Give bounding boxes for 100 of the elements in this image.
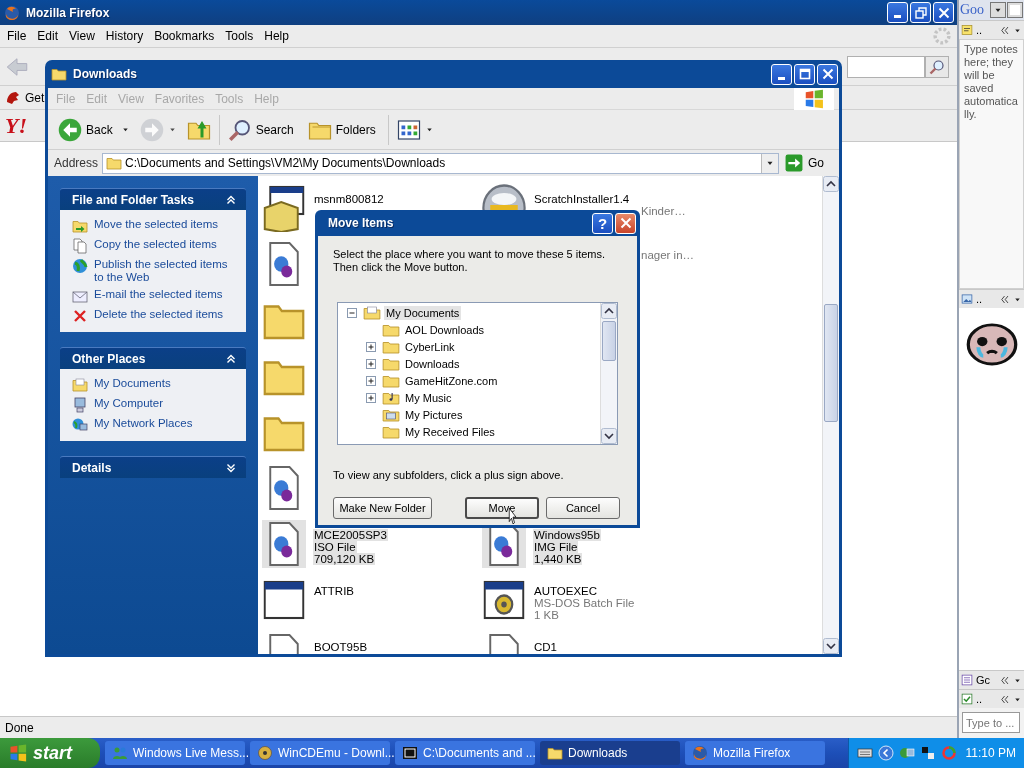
tree-item[interactable]: CyberLink (403, 339, 457, 354)
minimize-button[interactable] (1007, 2, 1023, 18)
disc-icon (257, 745, 273, 761)
window-title: Mozilla Firefox (26, 5, 110, 20)
file-name[interactable]: BOOT95B (313, 641, 369, 653)
maximize-button[interactable] (794, 63, 815, 85)
cartoon-face-drawing (965, 320, 1018, 366)
bookmark-link[interactable]: Get (5, 89, 45, 106)
logo: Goo (960, 2, 986, 18)
scroll-down-icon (823, 638, 839, 654)
gadget-title: .. (976, 693, 983, 705)
tree-item[interactable]: My Pictures (403, 407, 465, 422)
double-chevron-left-icon (999, 693, 1010, 705)
close-button[interactable] (817, 63, 838, 85)
file-info: 709,120 KB (313, 553, 376, 565)
folder-arrow-icon (72, 218, 88, 234)
computer-icon (72, 397, 88, 413)
task-link[interactable]: Copy the selected items (94, 238, 217, 251)
search-icon (227, 117, 252, 142)
address-text: C:\Documents and Settings\VM2\My Documents\Downloads (125, 156, 446, 170)
back-button[interactable]: Back (56, 113, 132, 146)
double-chevron-left-icon (999, 293, 1010, 305)
note-icon (961, 24, 973, 36)
file-name[interactable]: ScratchInstaller1.4 (533, 193, 631, 205)
tree-item[interactable]: My Received Files (403, 424, 497, 439)
task-link[interactable]: Delete the selected items (94, 308, 224, 321)
text-field[interactable]: Type to ... (962, 712, 1020, 733)
dropdown-button[interactable] (990, 2, 1006, 18)
restore-button[interactable] (910, 2, 931, 23)
close-button[interactable] (933, 2, 954, 23)
panel-header[interactable]: File and Folder Tasks (60, 188, 246, 210)
folders-button[interactable]: Folders (305, 113, 382, 146)
search-button[interactable]: Search (225, 113, 300, 146)
go-button[interactable]: Go (783, 154, 836, 172)
scroll-up-icon (601, 303, 617, 319)
picture-icon (961, 293, 973, 305)
address-field[interactable]: C:\Documents and Settings\VM2\My Documents\Downloads (102, 152, 779, 174)
tree-item[interactable]: GameHitZone.com (403, 373, 500, 388)
scroll-thumb[interactable] (824, 304, 838, 422)
scrollbar[interactable] (600, 303, 617, 444)
people-icon (112, 745, 128, 761)
menu-item[interactable]: History (105, 29, 144, 43)
window-title: Move Items (328, 216, 394, 230)
network-icon (72, 417, 88, 433)
logo: Y! (5, 112, 27, 139)
file-name[interactable]: AUTOEXEC (533, 585, 599, 597)
taskbar-button[interactable]: C:\Documents and ... (395, 741, 535, 765)
double-chevron-left-icon (999, 24, 1010, 36)
scrollbar[interactable] (822, 176, 839, 654)
network-icon (898, 745, 915, 761)
keyboard-icon (856, 745, 873, 761)
file-info: ISO File (313, 541, 357, 553)
search-field[interactable] (847, 55, 925, 78)
menu-item[interactable]: View (69, 29, 95, 43)
pages-icon (72, 238, 88, 254)
tree-item[interactable]: My Music (403, 390, 454, 405)
browser-logo-icon (692, 745, 708, 761)
gadget-title: Gc (976, 674, 991, 686)
taskbar-button[interactable]: Downloads (540, 741, 680, 765)
window-title: Downloads (73, 67, 137, 81)
file-info: IMG File (533, 541, 579, 553)
dialog-button[interactable]: Make New Folder (333, 497, 432, 519)
browser-logo-icon (4, 4, 20, 21)
menu-item[interactable]: Help (264, 29, 289, 43)
file-name[interactable]: msnm800812 (313, 193, 385, 205)
gadget-title: .. (976, 293, 983, 305)
start-button[interactable]: start (0, 738, 100, 768)
windows-logo-icon (8, 743, 28, 763)
tree-item[interactable]: Downloads (403, 356, 462, 371)
scroll-thumb[interactable] (602, 321, 616, 361)
tree-item[interactable]: My Documents (384, 305, 462, 320)
tree-item[interactable]: AOL Downloads (403, 322, 487, 337)
menu-item[interactable]: Tools (225, 29, 254, 43)
search-button[interactable] (925, 55, 949, 78)
menu-item[interactable]: Bookmarks (154, 29, 215, 43)
double-chevron-left-icon (999, 674, 1010, 686)
close-button[interactable] (615, 212, 636, 234)
dialog-button[interactable]: Cancel (546, 497, 620, 519)
file-name[interactable]: MCE2005SP3 (313, 529, 388, 541)
taskbar-button[interactable]: Mozilla Firefox (685, 741, 825, 765)
help-button[interactable]: ? (592, 212, 613, 234)
panel-header[interactable]: Details (60, 456, 246, 478)
file-info: Kinder… (640, 205, 687, 217)
gadget-title: .. (976, 24, 983, 36)
caret-icon (120, 125, 130, 134)
task-link[interactable]: My Computer (94, 397, 164, 410)
panel-header[interactable]: Other Places (60, 347, 246, 369)
file-name[interactable]: ATTRIB (313, 585, 356, 597)
file-name[interactable]: Windows95b (533, 529, 601, 541)
task-link[interactable]: My Documents (94, 377, 171, 390)
file-name[interactable]: CD1 (533, 641, 558, 653)
scroll-down-icon (601, 428, 617, 444)
task-link[interactable]: Move the selected items (94, 218, 218, 231)
search-icon (929, 58, 945, 75)
task-link[interactable]: E-mail the selected items (94, 288, 223, 301)
menu-item[interactable]: File (7, 29, 27, 43)
task-link[interactable]: Publish the selected items to the Web (94, 258, 238, 284)
file-info: MS-DOS Batch File (533, 597, 636, 609)
task-link[interactable]: My Network Places (94, 417, 193, 430)
menu-item[interactable]: Edit (37, 29, 59, 43)
